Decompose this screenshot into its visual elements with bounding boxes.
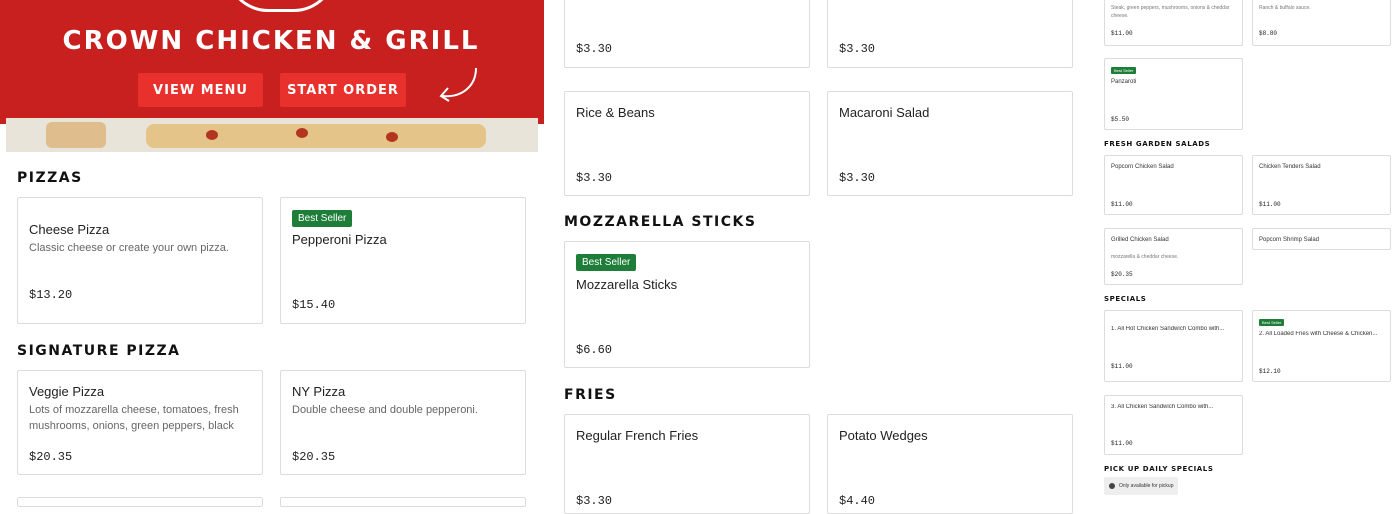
item-name: Panzaroti [1111,79,1137,85]
menu-item-card[interactable]: $3.30 [827,0,1073,68]
hero-right-edge [538,0,544,124]
section-heading-pickup-specials: PICK UP DAILY SPECIALS [1104,465,1214,473]
best-seller-badge: Best Seller [1111,67,1137,74]
menu-item-card[interactable]: 3. All Chicken Sandwich Combo with... $1… [1104,395,1243,455]
menu-item-card[interactable]: Grilled Chicken Salad mozzarella & chedd… [1104,228,1243,285]
item-price: $11.00 [1111,440,1133,447]
item-name: Chicken Tenders Salad [1259,164,1321,170]
item-name: Mozzarella Sticks [576,277,678,292]
section-heading-signature-pizza: SIGNATURE PIZZA [17,343,181,359]
item-price: $3.30 [839,42,876,56]
hero-title: CROWN CHICKEN & GRILL [62,26,480,56]
menu-item-card[interactable]: Best Seller 2. All Loaded Fries with Che… [1252,310,1391,382]
item-name: 1. All Hot Chicken Sandwich Combo with..… [1111,326,1225,332]
item-name: NY Pizza [292,384,346,399]
menu-item-card[interactable] [280,497,526,507]
menu-item-card[interactable]: Chicken Tenders Salad $11.00 [1252,155,1391,215]
section-heading-specials: SPECIALS [1104,295,1147,303]
section-heading-mozzarella-sticks: MOZZARELLA STICKS [564,214,757,230]
item-price: $20.35 [29,450,73,464]
item-description: Steak, green peppers, mushrooms, onions … [1111,5,1230,19]
menu-item-card[interactable]: Cheese Pizza Classic cheese or create yo… [17,197,263,324]
item-name: Veggie Pizza [29,384,105,399]
menu-item-card[interactable]: Steak, green peppers, mushrooms, onions … [1104,0,1243,46]
item-name: Popcorn Chicken Salad [1111,164,1174,170]
best-seller-badge: Best Seller [1259,319,1285,326]
menu-item-card[interactable]: Potato Wedges $4.40 [827,414,1073,514]
menu-item-card[interactable]: NY Pizza Double cheese and double pepper… [280,370,526,475]
pickup-notice: Only available for pickup [1104,477,1179,495]
item-name: Macaroni Salad [839,105,930,120]
pizza-box-image [6,118,538,152]
item-price: $11.00 [1111,30,1133,37]
item-price: $11.00 [1259,201,1281,208]
item-price: $11.00 [1111,201,1133,208]
menu-item-card[interactable] [17,497,263,507]
item-price: $3.30 [576,42,613,56]
item-name: Rice & Beans [576,105,655,120]
menu-item-card[interactable]: Best Seller Pepperoni Pizza $15.40 [280,197,526,324]
item-description: Classic cheese or create your own pizza. [29,242,229,254]
item-name: Pepperoni Pizza [292,232,387,247]
item-price: $15.40 [292,298,336,312]
menu-item-card[interactable]: Regular French Fries $3.30 [564,414,810,514]
item-price: $11.00 [1111,363,1133,370]
start-order-button[interactable]: START ORDER [280,73,406,107]
item-name: 3. All Chicken Sandwich Combo with... [1111,404,1214,410]
arrow-icon [439,67,477,102]
menu-item-card[interactable]: Best Seller Mozzarella Sticks $6.60 [564,241,810,368]
menu-item-card[interactable]: Veggie Pizza Lots of mozzarella cheese, … [17,370,263,475]
menu-item-card[interactable]: Popcorn Chicken Salad $11.00 [1104,155,1243,215]
section-heading-pizzas: PIZZAS [17,170,83,186]
item-name: Regular French Fries [576,428,699,443]
item-name: 2. All Loaded Fries with Cheese & Chicke… [1259,331,1378,337]
menu-item-card[interactable]: $3.30 [564,0,810,68]
item-price: $4.40 [839,494,876,508]
pickup-note: Only available for pickup [1119,483,1174,489]
item-price: $5.50 [1111,116,1130,123]
item-description: Ranch & buffalo sauce. [1259,5,1311,11]
item-price: $3.30 [839,171,876,185]
item-price: $12.10 [1259,368,1281,375]
section-heading-fries: FRIES [564,387,617,403]
menu-item-card[interactable]: Ranch & buffalo sauce. $8.80 [1252,0,1391,46]
item-name: Grilled Chicken Salad [1111,237,1169,243]
logo-arc [226,0,336,12]
item-description: mozzarella & cheddar cheese. [1111,254,1179,260]
best-seller-badge: Best Seller [576,254,637,271]
item-description: Double cheese and double pepperoni. [292,404,478,416]
item-name: Cheese Pizza [29,222,110,237]
menu-item-card[interactable]: 1. All Hot Chicken Sandwich Combo with..… [1104,310,1243,382]
item-price: $6.60 [576,343,613,357]
menu-item-card[interactable]: Popcorn Shrimp Salad [1252,228,1391,250]
item-price: $13.20 [29,288,73,302]
item-price: $3.30 [576,494,613,508]
item-price: $8.80 [1259,30,1278,37]
item-name: Potato Wedges [839,428,928,443]
info-icon [1109,483,1115,489]
item-price: $3.30 [576,171,613,185]
menu-item-card[interactable]: Rice & Beans $3.30 [564,91,810,196]
menu-item-card[interactable]: Macaroni Salad $3.30 [827,91,1073,196]
section-heading-salads: FRESH GARDEN SALADS [1104,140,1211,148]
item-name: Popcorn Shrimp Salad [1259,237,1320,243]
menu-item-card[interactable]: Best Seller Panzaroti $5.50 [1104,58,1243,130]
item-price: $20.35 [292,450,336,464]
item-description: Lots of mozzarella cheese, tomatoes, fre… [29,404,239,432]
view-menu-button[interactable]: VIEW MENU [138,73,263,107]
item-price: $20.35 [1111,271,1133,278]
best-seller-badge: Best Seller [292,210,353,227]
